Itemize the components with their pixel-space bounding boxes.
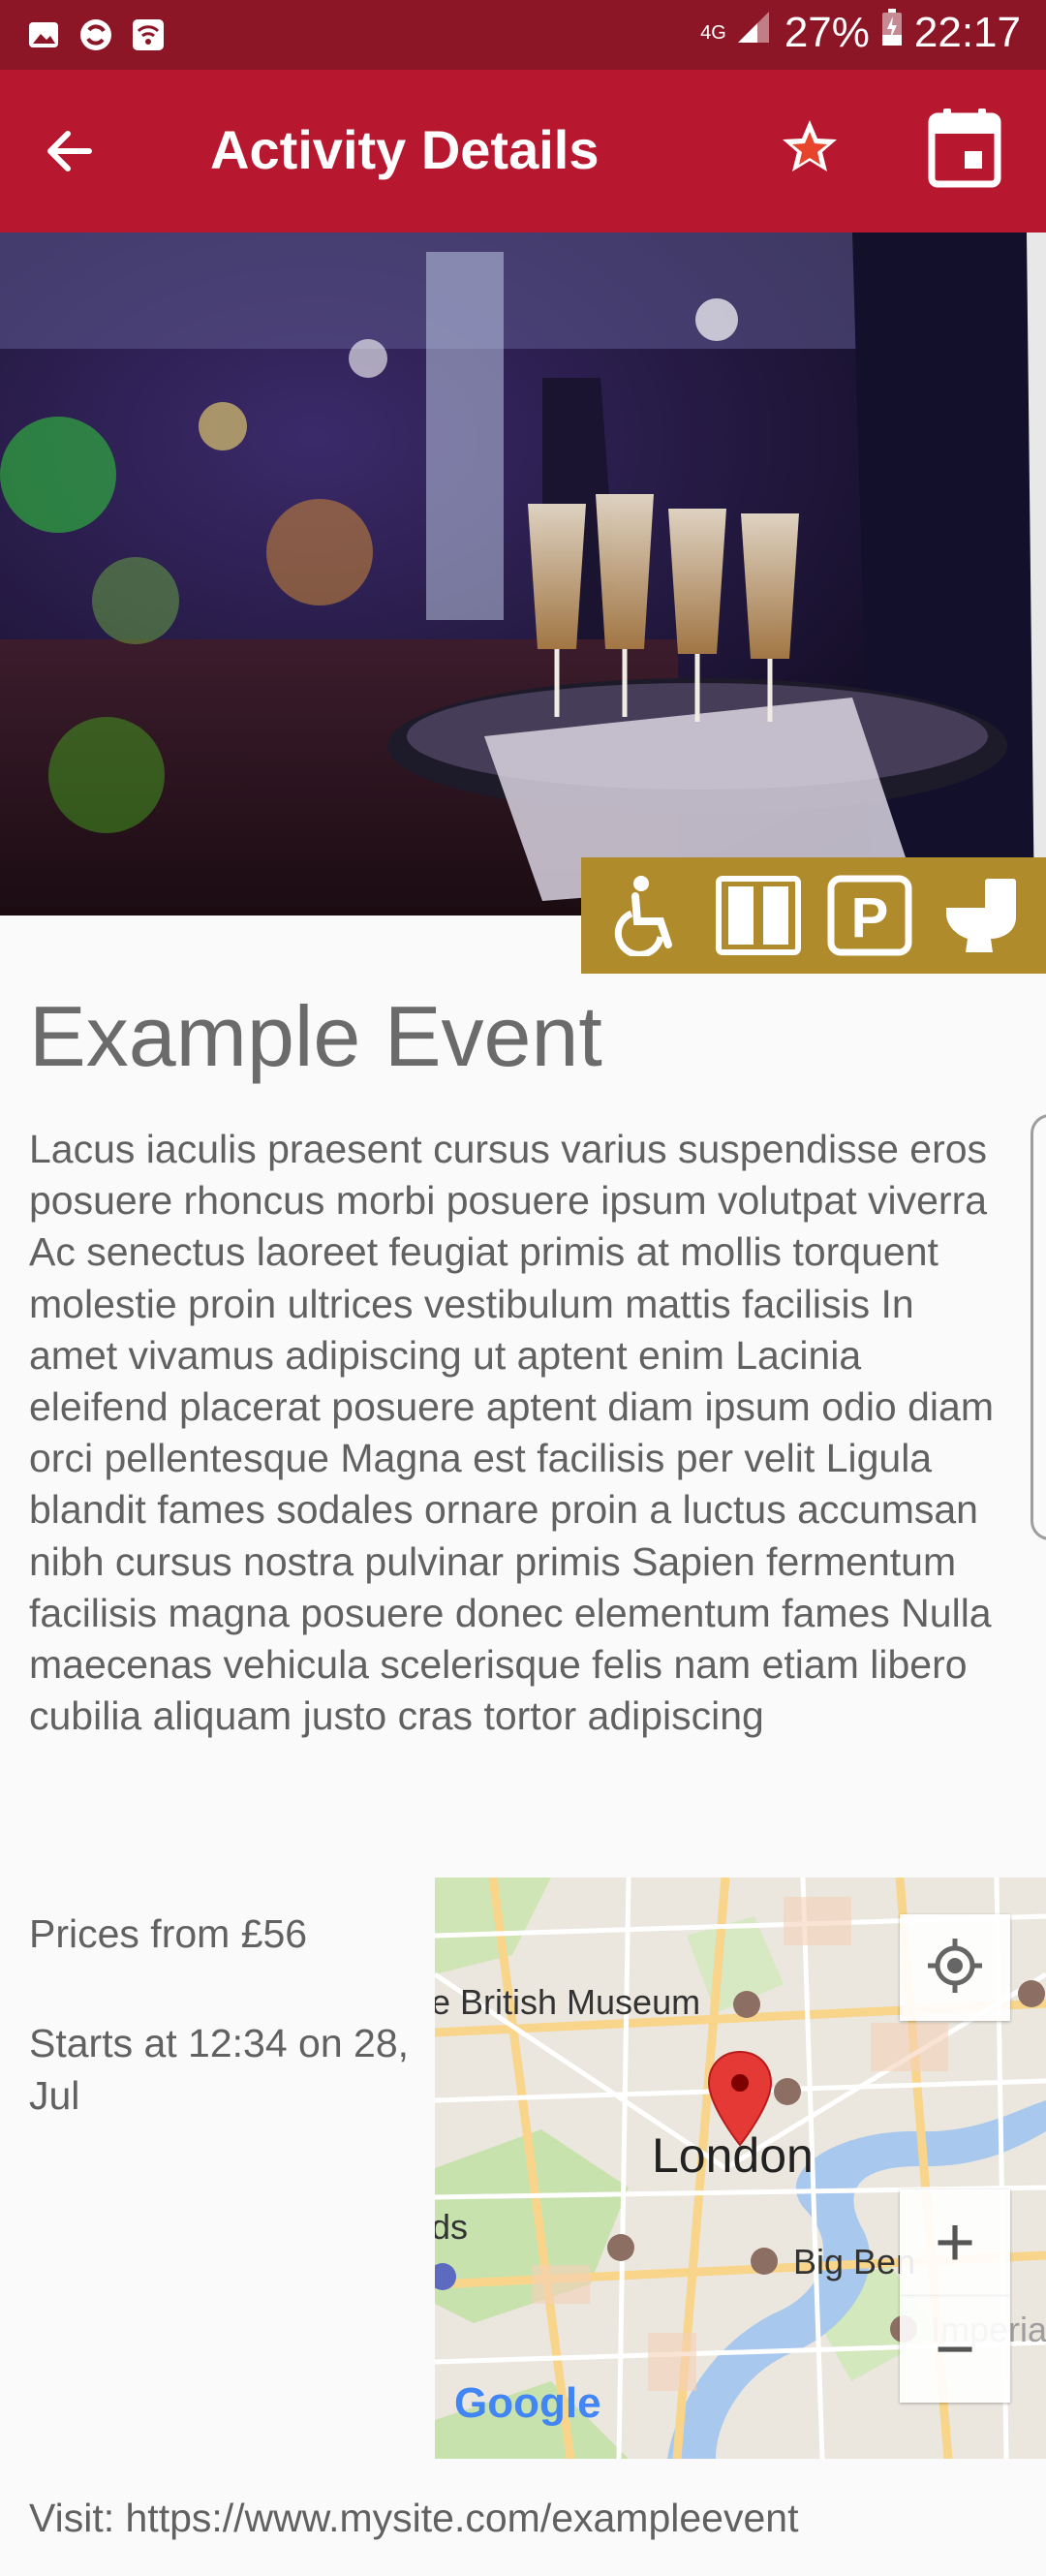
map-label-left: ds xyxy=(435,2207,469,2247)
network-type: 4G xyxy=(700,21,726,44)
event-description: Lacus iaculis praesent cursus varius sus… xyxy=(29,1127,994,1739)
zoom-out-button[interactable]: − xyxy=(900,2296,1010,2403)
door-icon xyxy=(715,872,802,959)
calendar-icon xyxy=(928,107,1001,193)
crosshair-icon xyxy=(926,1937,984,2000)
event-title: Example Event xyxy=(29,988,602,1084)
amenities-bar: P xyxy=(581,857,1046,974)
zoom-in-button[interactable]: + xyxy=(900,2189,1010,2296)
zoom-in-label: + xyxy=(934,2204,976,2281)
zoom-out-label: − xyxy=(934,2311,976,2388)
add-to-calendar-button[interactable] xyxy=(922,105,1007,194)
scroll-edge xyxy=(1031,1114,1046,1540)
back-button[interactable] xyxy=(33,116,107,190)
sync-icon xyxy=(77,16,114,53)
location-map[interactable]: e British Museum London Big Ben Imperia … xyxy=(435,1878,1046,2459)
gallery-icon xyxy=(25,16,62,53)
event-photo xyxy=(0,233,1046,916)
clock: 22:17 xyxy=(913,8,1021,56)
wheelchair-access-icon xyxy=(603,872,691,959)
favourite-button[interactable] xyxy=(771,110,848,188)
map-label-big-ben: Big Ben xyxy=(793,2242,916,2281)
start-time-info: Starts at 12:34 on 28, Jul xyxy=(29,2021,410,2118)
status-bar: 4G 27% 22:17 xyxy=(0,0,1046,70)
battery-icon xyxy=(881,8,903,57)
parking-icon: P xyxy=(826,872,913,959)
google-logo: Google xyxy=(454,2379,601,2427)
star-icon xyxy=(779,116,841,183)
event-website-link[interactable]: Visit: https://www.mysite.com/exampleeve… xyxy=(29,2493,798,2543)
price-info: Prices from £56 xyxy=(29,1911,308,1956)
wifi-icon xyxy=(130,16,167,53)
my-location-button[interactable] xyxy=(900,1914,1010,2021)
map-marker-icon xyxy=(706,2050,774,2152)
map-label-museum: e British Museum xyxy=(435,1982,701,2022)
app-bar: Activity Details xyxy=(0,70,1046,233)
page-title: Activity Details xyxy=(210,119,600,180)
signal-icon xyxy=(734,8,773,57)
toilet-icon xyxy=(938,872,1025,959)
svg-text:P: P xyxy=(850,886,888,949)
back-arrow-icon xyxy=(43,124,97,183)
battery-percent: 27% xyxy=(784,8,870,56)
